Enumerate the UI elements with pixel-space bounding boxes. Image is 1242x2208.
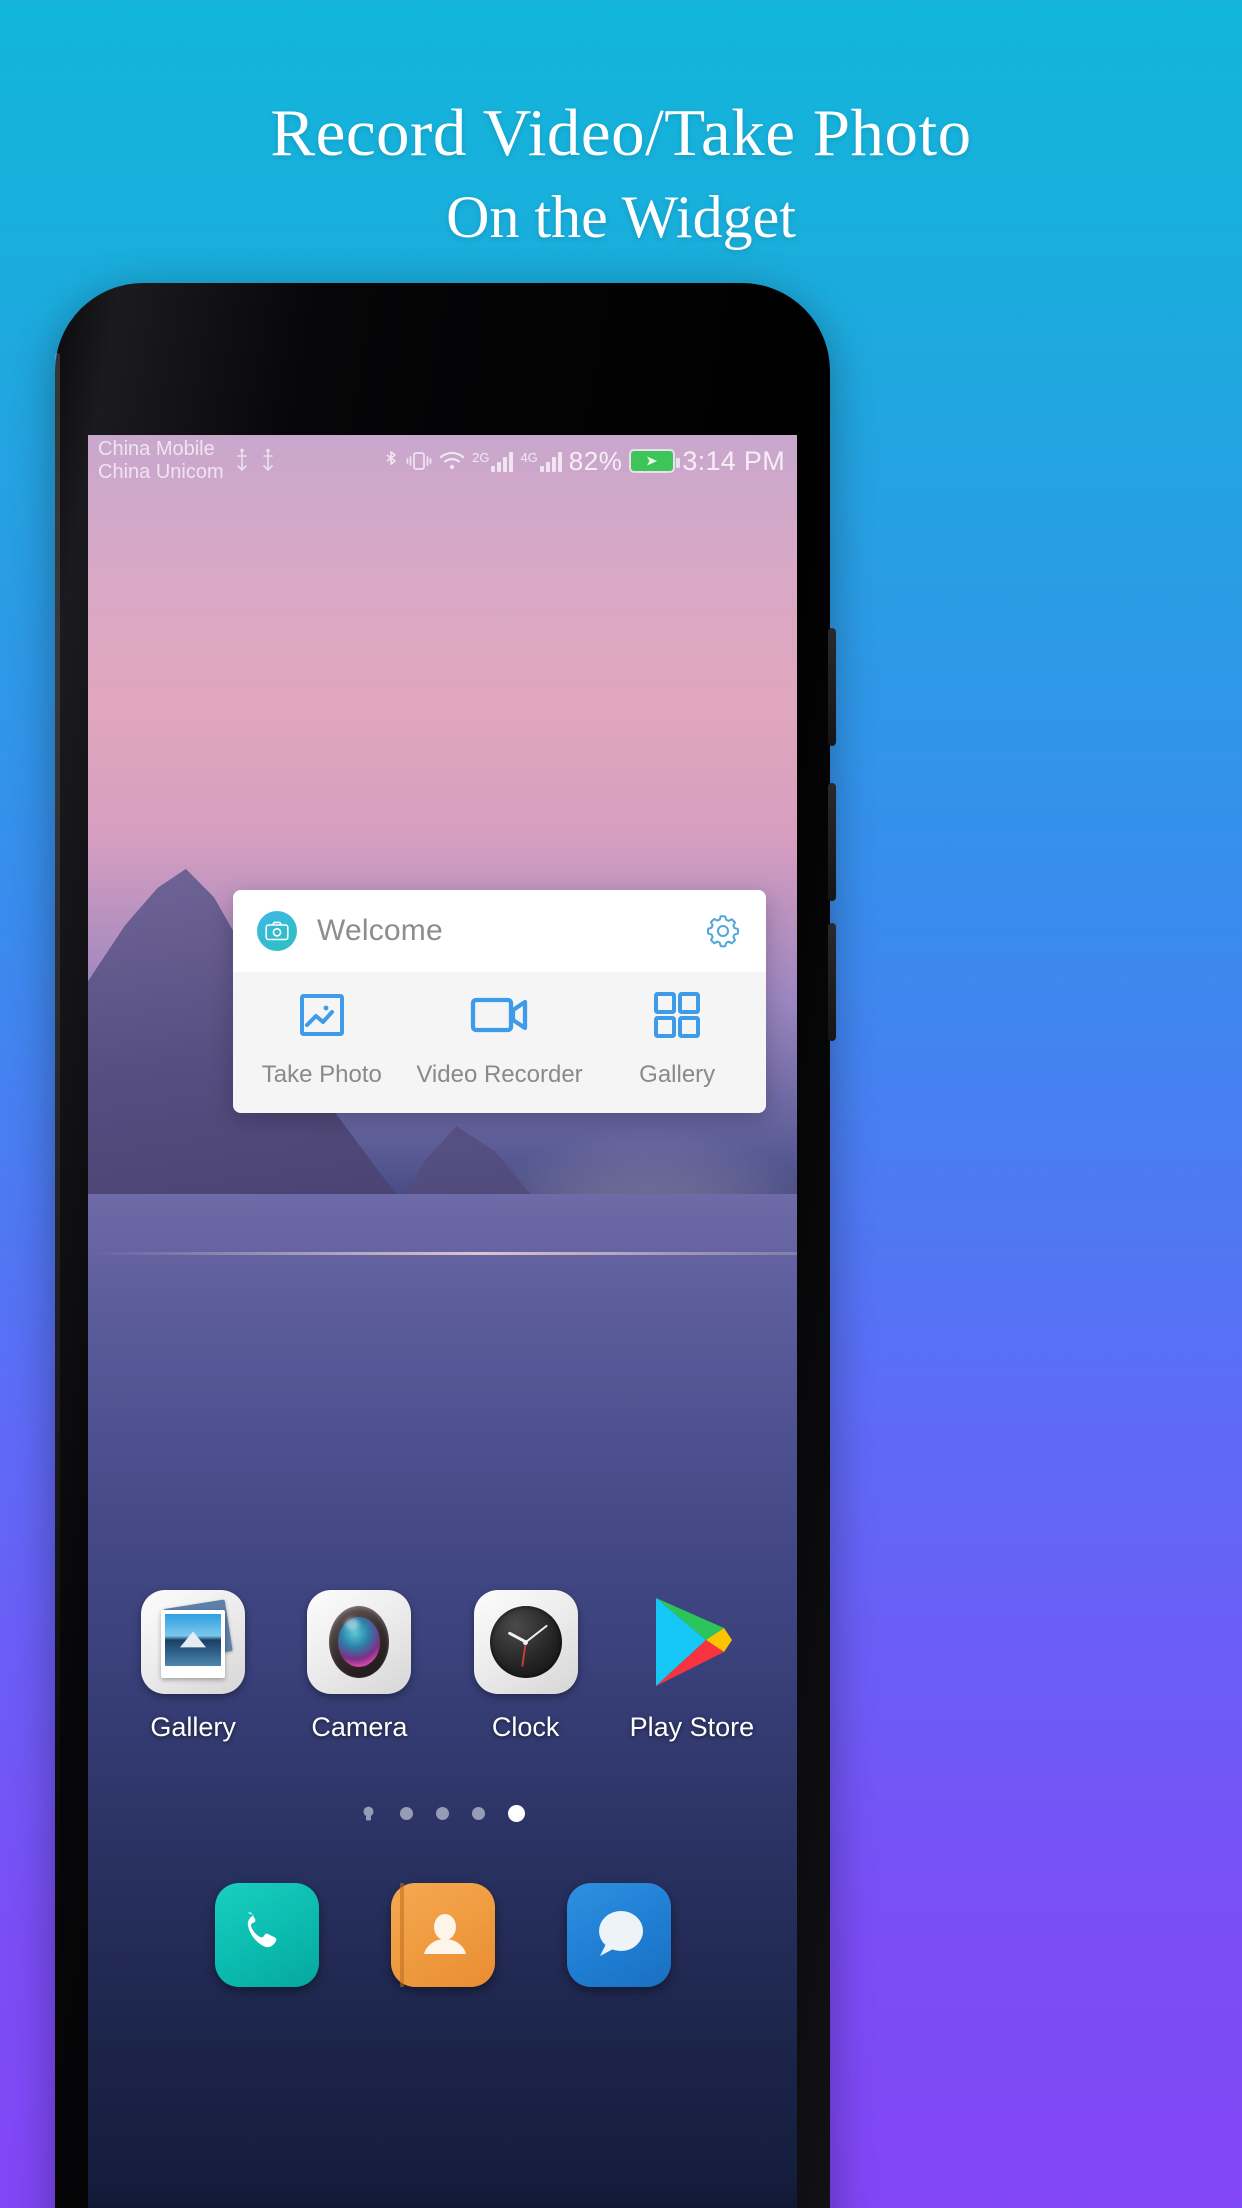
app-icon-camera[interactable]: Camera bbox=[289, 1590, 429, 1743]
charging-bolt-icon bbox=[647, 456, 658, 466]
power-button[interactable] bbox=[828, 923, 836, 1041]
widget-action-video-recorder[interactable]: Video Recorder bbox=[411, 986, 589, 1089]
signal-bars-icon bbox=[491, 450, 514, 472]
volume-down-button[interactable] bbox=[828, 783, 836, 901]
widget-action-label: Take Photo bbox=[261, 1061, 382, 1088]
signal-bars-icon bbox=[539, 450, 562, 472]
lightbulb-icon bbox=[363, 1806, 374, 1821]
home-app-grid: Gallery Camera Clock Play Store bbox=[88, 1590, 797, 1743]
phone-mockup: China Mobile China Unicom 2G 4G 82% 3:14… bbox=[55, 283, 836, 2208]
headline-line-2: On the Widget bbox=[446, 184, 796, 250]
carrier-label-2: China Unicom bbox=[98, 461, 224, 483]
widget-action-label: Gallery bbox=[639, 1061, 716, 1088]
play-store-icon bbox=[640, 1590, 744, 1694]
page-dot-active[interactable] bbox=[508, 1805, 525, 1822]
app-label: Camera bbox=[311, 1712, 408, 1742]
video-camera-icon bbox=[469, 986, 531, 1044]
network-4g-label: 4G bbox=[520, 450, 538, 465]
gallery-icon bbox=[141, 1590, 246, 1694]
phone-screen: China Mobile China Unicom 2G 4G 82% 3:14… bbox=[88, 435, 797, 2208]
wifi-icon bbox=[440, 451, 465, 470]
network-2g: 2G bbox=[472, 450, 514, 472]
carrier-labels: China Mobile China Unicom bbox=[98, 438, 224, 484]
phone-icon bbox=[215, 1883, 319, 1987]
promo-headline: Record Video/Take Photo On the Widget bbox=[0, 92, 1242, 256]
page-dot[interactable] bbox=[400, 1807, 413, 1820]
usb-icon bbox=[236, 448, 247, 471]
camera-icon bbox=[307, 1590, 412, 1694]
camera-widget-card[interactable]: Welcome Take Photo Video Recorder Galler… bbox=[233, 890, 766, 1113]
bluetooth-icon bbox=[386, 451, 396, 465]
vibrate-icon bbox=[406, 452, 432, 470]
page-dot-home-icon[interactable] bbox=[360, 1805, 377, 1822]
widget-actions: Take Photo Video Recorder Gallery bbox=[233, 972, 766, 1113]
camera-circle-icon bbox=[257, 911, 297, 951]
dock-app-contacts[interactable] bbox=[390, 1883, 495, 1987]
dock-app-messages[interactable] bbox=[566, 1883, 671, 1987]
app-label: Clock bbox=[491, 1712, 560, 1742]
home-dock bbox=[88, 1883, 797, 1987]
messages-icon bbox=[567, 1883, 671, 1987]
widget-title: Welcome bbox=[317, 914, 443, 947]
usb-icon bbox=[262, 448, 273, 471]
app-label: Play Store bbox=[629, 1712, 755, 1742]
gear-icon[interactable] bbox=[702, 910, 744, 952]
network-4g: 4G bbox=[520, 450, 562, 472]
dock-app-phone[interactable] bbox=[214, 1883, 319, 1987]
volume-up-button[interactable] bbox=[828, 628, 836, 746]
widget-action-take-photo[interactable]: Take Photo bbox=[233, 986, 411, 1089]
app-icon-gallery[interactable]: Gallery bbox=[123, 1590, 263, 1743]
page-dot[interactable] bbox=[472, 1807, 485, 1820]
network-2g-label: 2G bbox=[472, 450, 490, 465]
app-icon-clock[interactable]: Clock bbox=[456, 1590, 596, 1743]
grid-squares-icon bbox=[652, 986, 702, 1044]
app-label: Gallery bbox=[150, 1712, 236, 1742]
clock-icon bbox=[473, 1590, 578, 1694]
status-bar-clock: 3:14 PM bbox=[682, 445, 785, 476]
battery-percent: 82% bbox=[568, 445, 623, 476]
widget-action-gallery[interactable]: Gallery bbox=[588, 986, 766, 1089]
camera-glyph-icon bbox=[265, 921, 289, 941]
widget-action-label: Video Recorder bbox=[416, 1061, 583, 1088]
wallpaper-horizon bbox=[88, 1252, 797, 1256]
page-indicator bbox=[88, 1805, 797, 1822]
battery-icon bbox=[629, 449, 681, 473]
widget-header: Welcome bbox=[233, 890, 766, 972]
contacts-icon bbox=[391, 1883, 495, 1987]
status-icons: 2G 4G 82% 3:14 PM bbox=[383, 446, 785, 477]
page-dot[interactable] bbox=[436, 1807, 449, 1820]
carrier-label-1: China Mobile bbox=[98, 438, 215, 460]
app-icon-play-store[interactable]: Play Store bbox=[622, 1590, 762, 1743]
photo-frame-icon bbox=[296, 986, 348, 1044]
headline-line-1: Record Video/Take Photo bbox=[270, 96, 972, 170]
status-bar: China Mobile China Unicom 2G 4G 82% 3:14… bbox=[88, 435, 797, 487]
